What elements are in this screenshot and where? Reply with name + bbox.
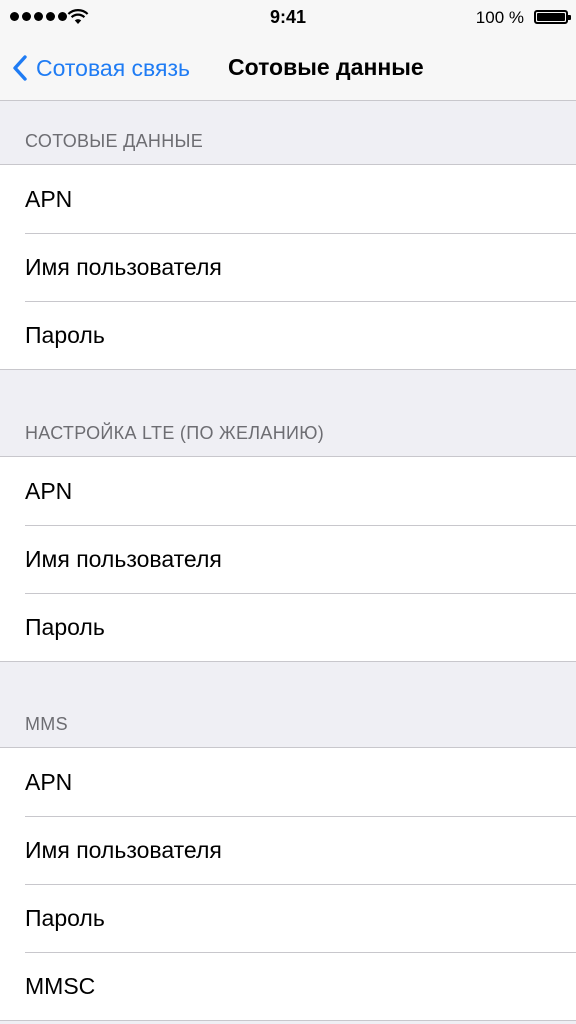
apn-field[interactable]: APN: [0, 165, 576, 233]
row-label: Имя пользователя: [25, 254, 222, 280]
row-label: Пароль: [25, 905, 105, 931]
row-label: APN: [25, 769, 73, 795]
row-label: APN: [25, 186, 73, 212]
row-label: Пароль: [25, 322, 105, 348]
row-label: Пароль: [25, 614, 105, 640]
page-title: Сотовые данные: [228, 54, 424, 80]
row-label: APN: [25, 478, 73, 504]
row-label: Имя пользователя: [25, 837, 222, 863]
section-header-lte-setup: НАСТРОЙКА LTE (ПО ЖЕЛАНИЮ): [25, 423, 325, 443]
lte-password-field[interactable]: Пароль: [0, 593, 576, 661]
section-header-cellular-data: СОТОВЫЕ ДАННЫЕ: [25, 131, 204, 151]
section-header-mms: MMS: [25, 714, 68, 734]
navigation-bar: Сотовая связь Сотовые данные: [0, 36, 576, 101]
settings-group-mms: APN Имя пользователя Пароль MMSC: [0, 747, 576, 1021]
battery-icon: [534, 10, 571, 24]
back-button-label: Сотовая связь: [36, 54, 191, 81]
status-bar: 9:41 100 %: [0, 0, 576, 36]
lte-username-field[interactable]: Имя пользователя: [0, 525, 576, 593]
chevron-left-icon: [13, 55, 27, 81]
back-button[interactable]: Сотовая связь: [12, 50, 190, 86]
mms-apn-field[interactable]: APN: [0, 748, 576, 816]
settings-group-lte-setup: APN Имя пользователя Пароль: [0, 456, 576, 662]
row-label: MMSC: [25, 973, 96, 999]
mms-username-field[interactable]: Имя пользователя: [0, 816, 576, 884]
password-field[interactable]: Пароль: [0, 301, 576, 369]
battery-percentage: 100 %: [475, 8, 524, 27]
mmsc-field[interactable]: MMSC: [0, 952, 576, 1020]
row-label: Имя пользователя: [25, 546, 222, 572]
username-field[interactable]: Имя пользователя: [0, 233, 576, 301]
lte-apn-field[interactable]: APN: [0, 457, 576, 525]
mms-password-field[interactable]: Пароль: [0, 884, 576, 952]
settings-group-cellular-data: APN Имя пользователя Пароль: [0, 164, 576, 370]
